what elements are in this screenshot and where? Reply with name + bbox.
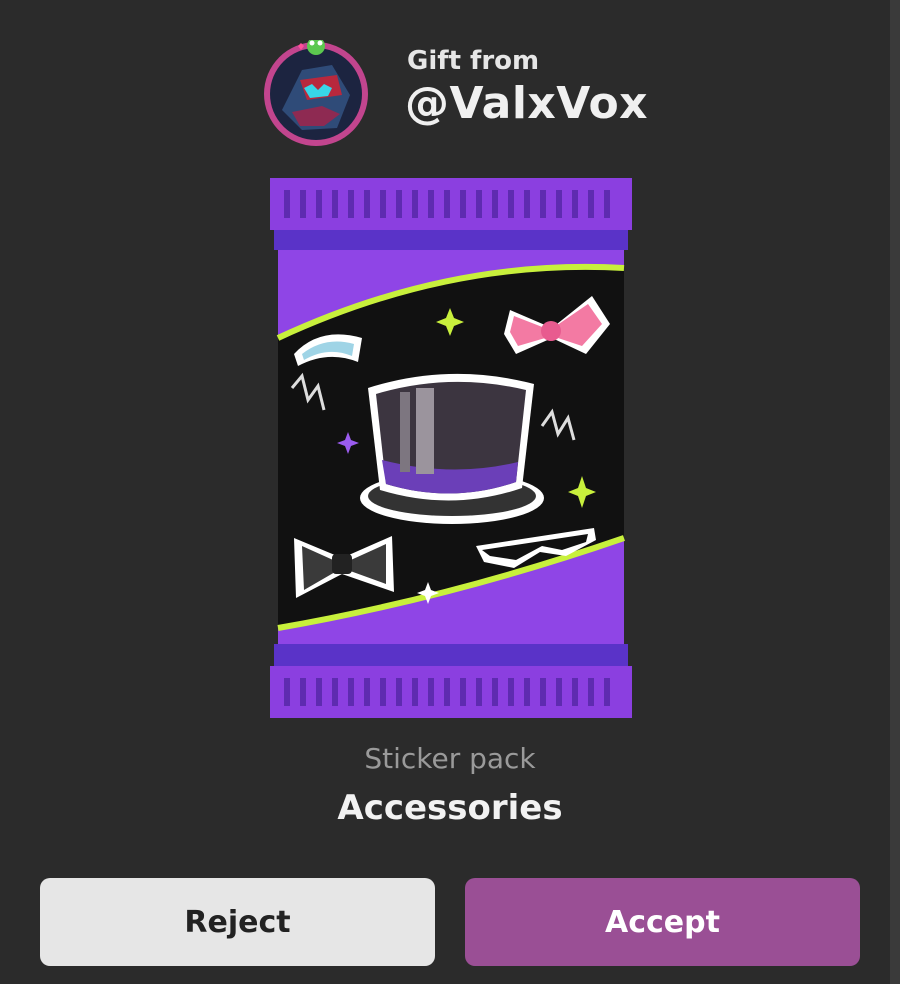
sticker-pack-image[interactable] — [270, 178, 632, 718]
gift-header: Gift from @ValxVox — [262, 18, 682, 146]
scrollbar[interactable] — [890, 0, 900, 984]
sender-avatar[interactable] — [262, 40, 370, 148]
sender-username[interactable]: @ValxVox — [405, 78, 648, 129]
item-name: Accessories — [337, 788, 563, 828]
accept-button[interactable]: Accept — [465, 878, 860, 966]
item-type-label: Sticker pack — [364, 742, 536, 775]
reject-button[interactable]: Reject — [40, 878, 435, 966]
gift-from-label: Gift from — [407, 46, 540, 76]
top-hat-sticker — [360, 373, 544, 524]
